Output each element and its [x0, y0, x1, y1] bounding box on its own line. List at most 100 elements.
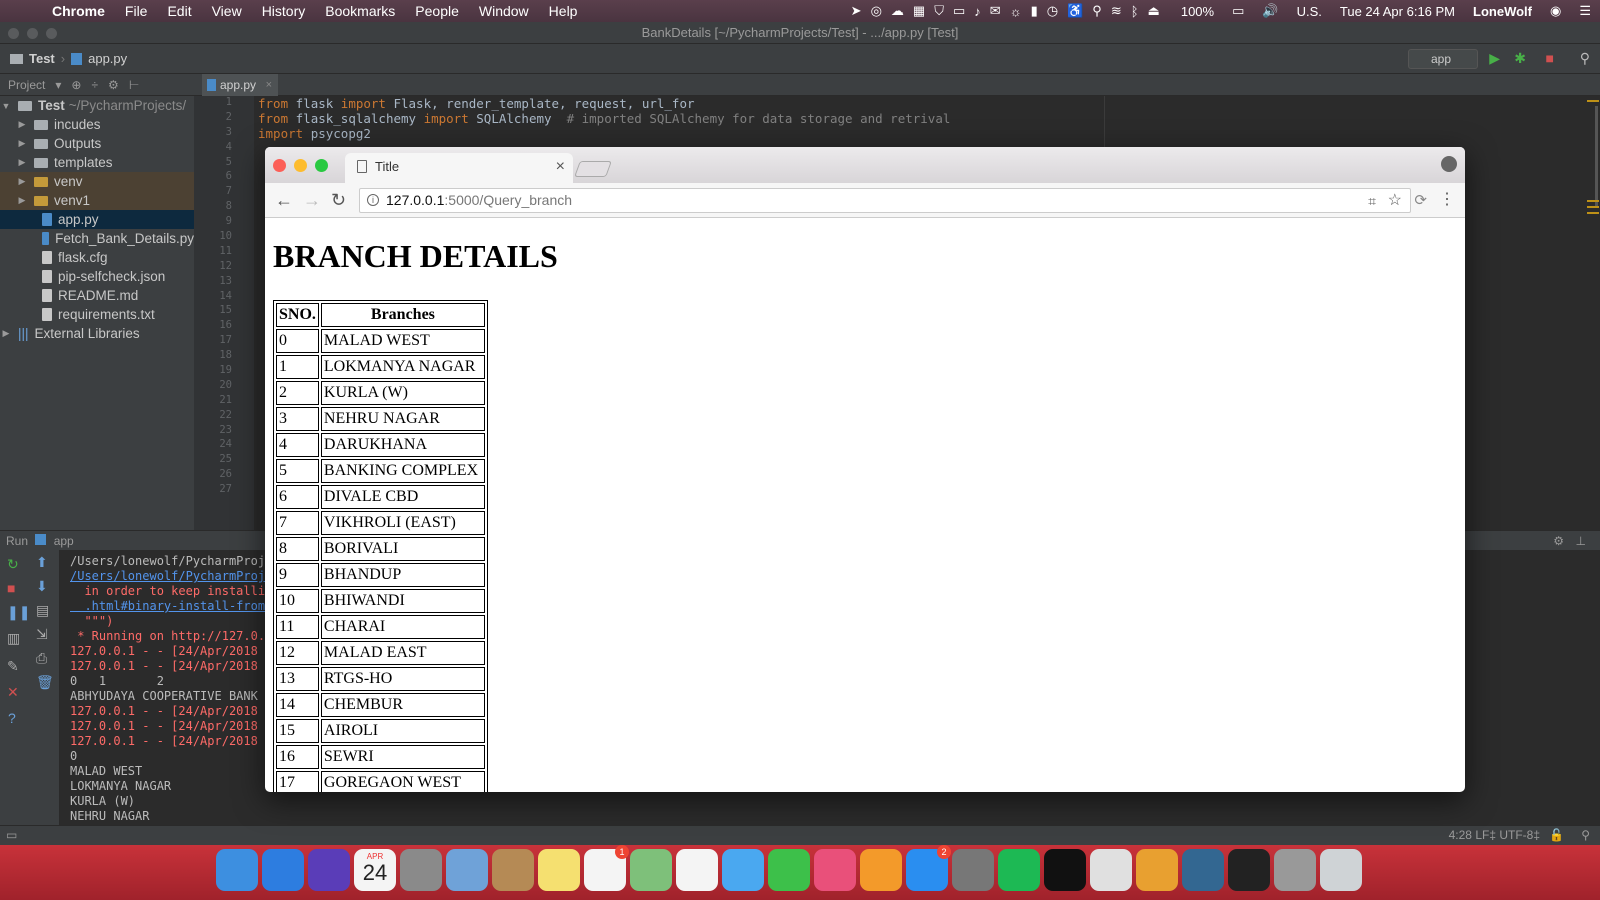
- collapsed-arrow-icon[interactable]: ▶: [16, 195, 28, 206]
- dock-screenshot-icon[interactable]: [1274, 849, 1316, 891]
- collapsed-arrow-icon[interactable]: ▶: [16, 119, 28, 130]
- tree-item-outputs[interactable]: ▶ Outputs: [0, 134, 194, 153]
- tree-item-templates[interactable]: ▶ templates: [0, 153, 194, 172]
- menu-view[interactable]: View: [202, 3, 252, 19]
- gear-icon[interactable]: ⚙: [108, 78, 119, 92]
- dock-reminders-icon[interactable]: 1: [584, 845, 629, 891]
- scroll-down-icon[interactable]: ⬇: [36, 578, 48, 595]
- menu-bookmarks[interactable]: Bookmarks: [315, 3, 405, 19]
- clear-all-icon[interactable]: 🗑: [36, 674, 54, 691]
- dock-launchpad-icon[interactable]: [400, 849, 442, 891]
- lock-icon[interactable]: 🔓: [1549, 826, 1564, 845]
- forward-icon[interactable]: →: [303, 190, 321, 211]
- drive-icon[interactable]: ▦: [913, 3, 925, 19]
- time-machine-icon[interactable]: ◷: [1047, 3, 1058, 19]
- cloud-icon[interactable]: ☁: [891, 3, 904, 19]
- dock-spotify-icon[interactable]: [998, 849, 1040, 891]
- keyboard-icon[interactable]: ▮: [1031, 3, 1038, 19]
- tool-window-toggle-icon[interactable]: ▭: [6, 826, 17, 845]
- dock-postgres-icon[interactable]: [1182, 849, 1224, 891]
- menu-history[interactable]: History: [252, 3, 316, 19]
- accessibility-icon[interactable]: ♿: [1067, 3, 1083, 19]
- dock-contacts-icon[interactable]: [492, 849, 534, 891]
- dropdown-arrow-icon[interactable]: ▾: [55, 78, 61, 92]
- tree-item-pip-selfcheck[interactable]: pip-selfcheck.json: [0, 267, 194, 286]
- run-app-name[interactable]: app: [54, 534, 74, 548]
- ide-zoom-button[interactable]: [46, 28, 57, 39]
- warning-marker[interactable]: [1587, 100, 1599, 102]
- input-source[interactable]: U.S.: [1288, 4, 1331, 19]
- dock-terminal-icon[interactable]: [1228, 849, 1270, 891]
- close-tab-icon[interactable]: ×: [266, 74, 272, 96]
- collapsed-arrow-icon[interactable]: ▶: [16, 176, 28, 187]
- pin-icon[interactable]: ✎: [7, 658, 19, 675]
- run-config-select[interactable]: app: [1408, 49, 1478, 69]
- microphone-icon[interactable]: ♪: [974, 4, 981, 19]
- scroll-to-end-icon[interactable]: ⇲: [36, 626, 48, 643]
- extension-icon[interactable]: ⟳: [1414, 191, 1427, 209]
- brightness-icon[interactable]: ☼: [1010, 4, 1022, 19]
- warning-marker[interactable]: [1587, 206, 1599, 208]
- chrome-minimize-button[interactable]: [294, 159, 307, 172]
- dock-maps-icon[interactable]: [630, 849, 672, 891]
- battery-percent[interactable]: 100%: [1172, 4, 1223, 19]
- location-icon[interactable]: ➤: [851, 3, 862, 19]
- editor-tab-app-py[interactable]: app.py ×: [202, 74, 278, 96]
- tree-item-app-py[interactable]: app.py: [0, 210, 194, 229]
- browser-tab[interactable]: Title ×: [345, 153, 573, 183]
- ide-minimize-button[interactable]: [27, 28, 38, 39]
- tree-item-venv[interactable]: ▶ venv: [0, 172, 194, 191]
- dock-facetime-icon[interactable]: [768, 849, 810, 891]
- collapsed-arrow-icon[interactable]: ▶: [16, 157, 28, 168]
- run-icon[interactable]: ▶: [1489, 50, 1500, 67]
- dock-notes-icon[interactable]: [538, 849, 580, 891]
- collapse-icon[interactable]: ÷: [91, 78, 98, 92]
- editor-scrollbar-thumb[interactable]: [1595, 106, 1598, 206]
- shield-icon[interactable]: ⛉: [934, 3, 944, 19]
- inspector-icon[interactable]: ⚲: [1581, 826, 1590, 845]
- siri-icon[interactable]: ◉: [1541, 3, 1570, 19]
- chrome-close-button[interactable]: [273, 159, 286, 172]
- expanded-arrow-icon[interactable]: ▼: [0, 101, 12, 111]
- tree-item-flask-cfg[interactable]: flask.cfg: [0, 248, 194, 267]
- reload-icon[interactable]: ↻: [331, 190, 346, 211]
- close-run-icon[interactable]: ✕: [7, 684, 19, 701]
- dock-chrome-canary-icon[interactable]: [1136, 849, 1178, 891]
- soft-wrap-icon[interactable]: ▤: [36, 602, 49, 619]
- battery-icon[interactable]: ▭: [1223, 3, 1253, 19]
- new-tab-button[interactable]: [574, 161, 612, 177]
- dock-chrome-icon[interactable]: [1090, 849, 1132, 891]
- profile-icon[interactable]: [1441, 156, 1457, 172]
- tree-item-fetch-bank-details[interactable]: Fetch_Bank_Details.py: [0, 229, 194, 248]
- spotlight-icon[interactable]: ⚲: [1092, 3, 1102, 19]
- collapsed-arrow-icon[interactable]: ▶: [0, 328, 12, 339]
- tree-item-test[interactable]: ▼ Test ~/PycharmProjects/: [0, 96, 194, 115]
- project-label[interactable]: Project: [8, 78, 45, 92]
- tree-item-incudes[interactable]: ▶ incudes: [0, 115, 194, 134]
- warning-marker[interactable]: [1587, 212, 1599, 214]
- bluetooth-icon[interactable]: ᛒ: [1131, 4, 1139, 19]
- tree-item-requirements[interactable]: requirements.txt: [0, 305, 194, 324]
- scroll-up-icon[interactable]: ⬆: [36, 554, 48, 571]
- dock-system-preferences-icon[interactable]: [952, 849, 994, 891]
- rerun-icon[interactable]: ↻: [7, 556, 19, 573]
- help-icon[interactable]: ?: [8, 710, 16, 726]
- menu-edit[interactable]: Edit: [157, 3, 201, 19]
- tree-item-readme[interactable]: README.md: [0, 286, 194, 305]
- menu-chrome[interactable]: Chrome: [42, 3, 115, 19]
- pause-icon[interactable]: ❚❚: [7, 604, 30, 621]
- dock-messages-icon[interactable]: [722, 849, 764, 891]
- menu-file[interactable]: File: [115, 3, 158, 19]
- sync-icon[interactable]: ⊕: [71, 78, 81, 92]
- ide-close-button[interactable]: [8, 28, 19, 39]
- dock-trash-icon[interactable]: [1320, 849, 1362, 891]
- mail-icon[interactable]: ✉: [990, 3, 1001, 19]
- collapsed-arrow-icon[interactable]: ▶: [16, 138, 28, 149]
- dock-finder-icon[interactable]: [216, 849, 258, 891]
- dock-app-store-icon[interactable]: 2: [906, 845, 951, 891]
- hide-panel-icon[interactable]: ⊥: [1576, 531, 1586, 551]
- bookmark-star-icon[interactable]: ☆: [1388, 189, 1402, 212]
- dock-siri-icon[interactable]: [308, 849, 350, 891]
- display-icon[interactable]: ▭: [953, 3, 965, 19]
- gear-icon[interactable]: ⚙: [1553, 531, 1564, 551]
